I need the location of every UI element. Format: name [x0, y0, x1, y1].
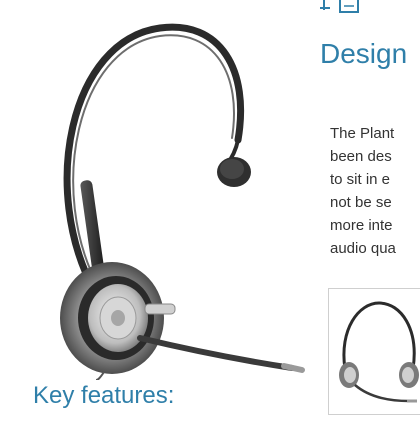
monaural-headset-icon	[60, 23, 305, 380]
description-line: been des	[330, 148, 392, 165]
key-features-heading: Key features:	[33, 382, 175, 409]
link-icon[interactable]	[320, 0, 330, 10]
toolbar-icons	[320, 0, 359, 13]
design-description: The Plant been des to sit in e not be se…	[330, 122, 420, 260]
product-page: Design The Plant been des to sit in e no…	[0, 0, 420, 415]
binaural-headset-icon	[339, 301, 419, 403]
description-line: not be se	[330, 194, 392, 211]
document-icon[interactable]	[339, 0, 359, 13]
description-line: The Plant	[330, 125, 395, 142]
description-line: more inte	[330, 217, 393, 234]
description-line: audio qua	[330, 240, 396, 257]
product-thumbnail[interactable]	[328, 288, 420, 415]
description-line: to sit in e	[330, 171, 391, 188]
design-heading: Design	[320, 38, 408, 69]
